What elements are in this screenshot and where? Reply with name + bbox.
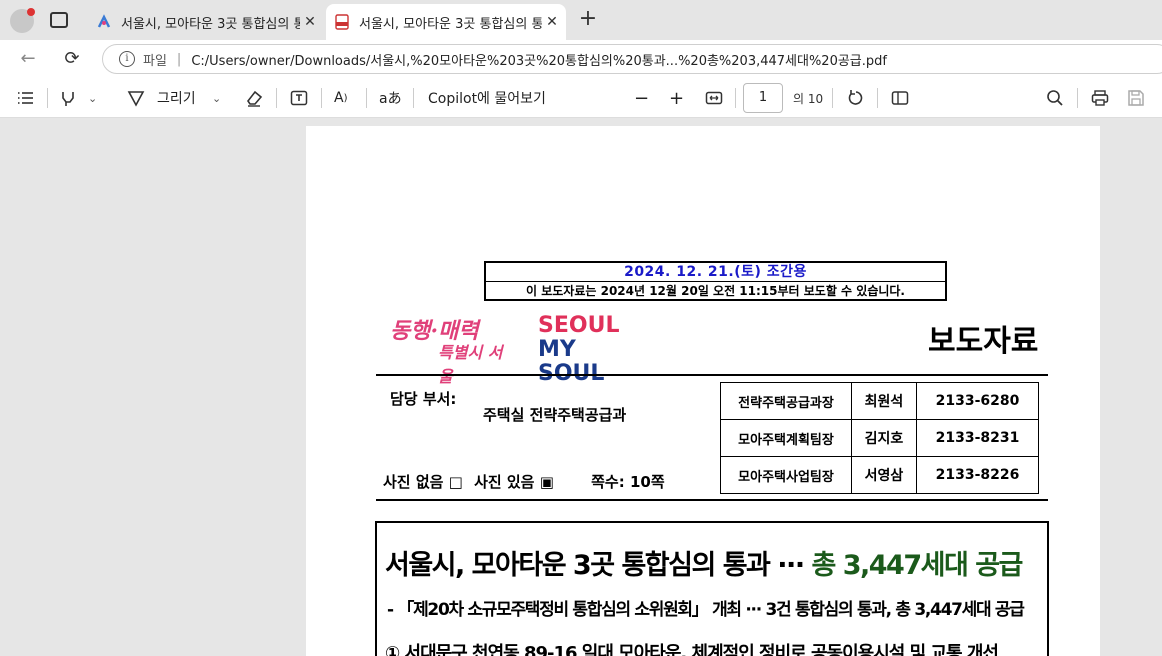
save-icon[interactable] [1126, 78, 1146, 118]
profile-avatar[interactable] [10, 8, 35, 33]
headline: 서울시, 모아타운 3곳 통합심의 통과 ··· 총 3,447세대 공급 [385, 543, 1023, 582]
zoom-in-icon[interactable]: + [669, 78, 684, 118]
contact-name: 서영삼 [851, 456, 917, 494]
contact-name: 김지호 [851, 419, 917, 457]
dept-label: 담당 부서: [390, 390, 457, 408]
bullet-point: ① 서대문구 천연동 89-16 일대 모아타운, 체계적인 정비로 공동이용시… [385, 643, 999, 656]
tab-title: 서울시, 모아타운 3곳 통합심의 통과 [359, 16, 542, 32]
toolbar-divider [413, 88, 414, 108]
photo-none: 사진 없음 □ [383, 473, 463, 491]
highlight-icon[interactable] [58, 78, 78, 118]
toolbar-divider [1077, 88, 1078, 108]
eraser-icon[interactable] [244, 78, 264, 118]
embargo-notice: 이 보도자료는 2024년 12월 20일 오전 11:15부터 보도할 수 있… [526, 284, 905, 298]
headline-main: 서울시, 모아타운 3곳 통합심의 통과 ··· [385, 550, 812, 581]
contact-phone: 2133-8231 [916, 419, 1039, 457]
close-tab-icon[interactable]: ✕ [542, 14, 562, 30]
notification-dot [27, 8, 35, 16]
logo-my-soul-text: MY SOUL [538, 337, 605, 386]
zoom-out-icon[interactable]: − [634, 78, 649, 118]
url-field[interactable]: i 파일 | C:/Users/owner/Downloads/서울시,%20모… [102, 44, 1162, 74]
toolbar-divider [832, 88, 833, 108]
new-tab-button[interactable]: + [576, 8, 600, 32]
subheadline: - 「제20차 소규모주택정비 통합심의 소위원회」 개최 ··· 3건 통합심… [387, 600, 1025, 620]
headline-box: 서울시, 모아타운 3곳 통합심의 통과 ··· 총 3,447세대 공급 - … [375, 521, 1049, 656]
contact-role: 전략주택공급과장 [720, 382, 852, 420]
close-tab-icon[interactable]: ✕ [300, 14, 320, 30]
pdf-file-icon [335, 14, 349, 30]
search-icon[interactable] [1045, 78, 1065, 118]
table-row: 모아주택사업팀장 서영삼 2133-8226 [720, 456, 1039, 494]
site-favicon-icon [97, 14, 111, 28]
url-separator: | [176, 51, 182, 67]
rotate-icon[interactable] [846, 78, 866, 118]
press-release-title: 보도자료 [928, 324, 1039, 359]
photo-info-row: 사진 없음 □ 사진 있음 ▣ 쪽수: 10쪽 [383, 471, 671, 492]
logo-text-2: 특별시 서울 [438, 343, 503, 386]
refresh-icon[interactable]: ⟳ [60, 48, 84, 70]
contact-role: 모아주택계획팀장 [720, 419, 852, 457]
contact-phone: 2133-6280 [916, 382, 1039, 420]
print-icon[interactable] [1090, 78, 1110, 118]
url-text: C:/Users/owner/Downloads/서울시,%20모아타운%203… [191, 53, 887, 69]
toolbar-divider [366, 88, 367, 108]
info-icon[interactable]: i [119, 51, 135, 67]
toolbar-divider [321, 88, 322, 108]
contact-table: 전략주택공급과장 최원석 2133-6280 모아주택계획팀장 김지호 2133… [720, 382, 1039, 494]
copilot-button[interactable]: Copilot에 물어보기 [428, 78, 546, 118]
divider-line [376, 499, 1048, 501]
draw-icon[interactable] [126, 78, 146, 118]
release-date-box: 2024. 12. 21.(토) 조간용 이 보도자료는 2024년 12월 2… [484, 261, 947, 301]
toolbar-divider [276, 88, 277, 108]
logo-seoul-text: SEOUL [538, 313, 620, 338]
draw-label[interactable]: 그리기 [157, 78, 196, 118]
fit-width-icon[interactable] [704, 78, 724, 118]
divider-line [376, 374, 1048, 376]
contact-name: 최원석 [851, 382, 917, 420]
headline-highlight: 총 3,447세대 공급 [811, 550, 1023, 581]
tab-title: 서울시, 모아타운 3곳 통합심의 통과 [121, 16, 300, 32]
page-view-icon[interactable] [890, 78, 910, 118]
pdf-toolbar: ⌄ 그리기 ⌄ A) aあ Copilot에 물어보기 − + 의 10 [0, 78, 1162, 118]
table-row: 모아주택계획팀장 김지호 2133-8231 [720, 419, 1039, 457]
text-box-icon[interactable] [289, 78, 309, 118]
tab-active[interactable]: 서울시, 모아타운 3곳 통합심의 통과 ✕ [326, 4, 566, 40]
highlight-chevron-down-icon[interactable]: ⌄ [88, 78, 97, 118]
url-scheme: 파일 [143, 53, 167, 69]
draw-chevron-down-icon[interactable]: ⌄ [212, 78, 221, 118]
toolbar-divider [47, 88, 48, 108]
pdf-viewer[interactable]: 2024. 12. 21.(토) 조간용 이 보도자료는 2024년 12월 2… [0, 119, 1162, 656]
pdf-page: 2024. 12. 21.(토) 조간용 이 보도자료는 2024년 12월 2… [306, 126, 1100, 656]
read-aloud-icon[interactable]: A) [334, 78, 347, 118]
tab-inactive[interactable]: 서울시, 모아타운 3곳 통합심의 통과 ✕ [88, 4, 324, 40]
translate-icon[interactable]: aあ [379, 78, 402, 118]
contact-role: 모아주택사업팀장 [720, 456, 852, 494]
table-row: 전략주택공급과장 최원석 2133-6280 [720, 382, 1039, 420]
tab-bar: 서울시, 모아타운 3곳 통합심의 통과 ✕ 서울시, 모아타운 3곳 통합심의… [0, 0, 1162, 40]
seoul-my-soul-logo: SEOUL MY SOUL [538, 313, 638, 386]
page-number-input[interactable]: 1 [743, 83, 783, 113]
page-count: 쪽수: 10쪽 [591, 473, 665, 491]
address-bar: ← ⟳ i 파일 | C:/Users/owner/Downloads/서울시,… [0, 40, 1162, 78]
contact-phone: 2133-8226 [916, 456, 1039, 494]
release-date: 2024. 12. 21.(토) 조간용 [486, 263, 945, 282]
tab-actions-icon[interactable] [50, 12, 68, 28]
toolbar-divider [735, 88, 736, 108]
contents-icon[interactable] [16, 78, 36, 118]
photo-have: 사진 있음 ▣ [474, 473, 554, 491]
toolbar-divider [877, 88, 878, 108]
dept-value: 주택실 전략주택공급과 [483, 406, 627, 424]
seoul-slogan-logo: 동행·매력 특별시 서울 [390, 313, 510, 386]
back-icon[interactable]: ← [16, 48, 40, 70]
page-total: 의 10 [793, 91, 824, 106]
